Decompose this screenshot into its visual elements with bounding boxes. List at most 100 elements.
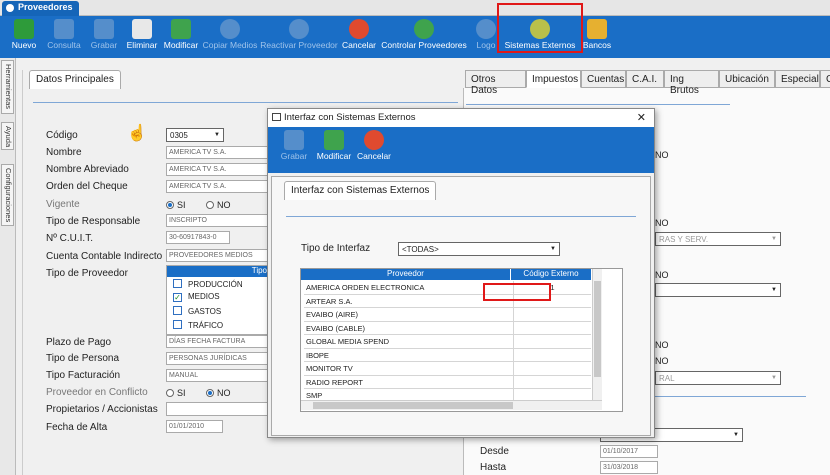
tipo-interfaz-select[interactable]: <TODAS> xyxy=(398,242,560,256)
tipo-facturacion-field[interactable]: MANUAL xyxy=(166,369,270,382)
plazo-pago-field[interactable]: DÍAS FECHA FACTURA xyxy=(166,335,270,348)
copiar-medios-label: Copiar Medios xyxy=(202,40,258,50)
tab-otros-datos[interactable]: Otros Datos xyxy=(465,70,526,96)
tab-datos-principales[interactable]: Datos Principales xyxy=(29,70,121,89)
tipo-persona-field[interactable]: PERSONAS JURÍDICAS xyxy=(166,352,270,365)
tipo-produccion-checkbox[interactable]: PRODUCCIÓN xyxy=(173,279,243,289)
tipo-responsable-field[interactable]: INSCRIPTO xyxy=(166,214,270,227)
copiar-medios-button[interactable]: Copiar Medios xyxy=(202,16,258,58)
tipo-medios-checkbox[interactable]: ✓ MEDIOS xyxy=(173,292,220,302)
controlar-proveedores-button[interactable]: Controlar Proveedores xyxy=(378,16,470,58)
dialog-cancelar-button[interactable]: Cancelar xyxy=(356,127,392,169)
nuevo-button[interactable]: Nuevo xyxy=(4,16,44,58)
horizontal-scrollbar[interactable] xyxy=(301,400,602,410)
tab-impuestos[interactable]: Impuestos xyxy=(526,70,581,88)
fecha-alta-label: Fecha de Alta xyxy=(46,422,108,433)
close-icon[interactable]: ✕ xyxy=(637,111,646,124)
proveedor-cell: ARTEAR S.A. xyxy=(306,296,353,306)
codigo-select[interactable]: 0305 xyxy=(166,128,224,142)
col-proveedor-header[interactable]: Proveedor xyxy=(301,269,510,280)
bancos-label: Bancos xyxy=(582,40,612,50)
proveedor-cell: EVAIBO (AIRE) xyxy=(306,310,358,319)
sidebar-tab-ayuda[interactable]: Ayuda xyxy=(1,122,14,150)
hasta-field[interactable]: 31/03/2018 xyxy=(600,461,658,474)
table-row[interactable]: EVAIBO (AIRE) xyxy=(304,308,591,322)
eliminar-button[interactable]: Eliminar xyxy=(124,16,160,58)
tab-ubicaci-n[interactable]: Ubicación xyxy=(719,70,775,88)
nombre-abreviado-field[interactable]: AMERICA TV S.A. xyxy=(166,163,270,176)
tipo-persona-label: Tipo de Persona xyxy=(46,353,120,364)
nombre-abreviado-label: Nombre Abreviado xyxy=(46,164,129,175)
codigo-externo-cell[interactable] xyxy=(513,362,591,375)
fecha-alta-field[interactable]: 01/01/2010 xyxy=(166,420,223,433)
dialog-modificar-button[interactable]: Modificar xyxy=(316,127,352,169)
hscroll-thumb[interactable] xyxy=(313,402,513,409)
right-no-3: NO xyxy=(655,270,669,280)
conflicto-si-radio[interactable]: SI xyxy=(166,388,186,398)
orden-cheque-field[interactable]: AMERICA TV S.A. xyxy=(166,180,270,193)
proveedor-cell: AMERICA ORDEN ELECTRONICA xyxy=(306,283,425,292)
vigente-no-radio[interactable]: NO xyxy=(206,200,231,210)
divider xyxy=(33,102,458,103)
cuenta-contable-field[interactable]: PROVEEDORES MEDIOS xyxy=(166,249,270,262)
tab-cuentas[interactable]: Cuentas xyxy=(581,70,626,88)
codigo-externo-cell[interactable] xyxy=(513,348,591,362)
interfaz-dialog: Interfaz con Sistemas Externos ✕ Grabar … xyxy=(267,108,655,438)
sidebar-tab-herramientas[interactable]: Herramientas xyxy=(1,60,14,114)
codigo-externo-cell[interactable] xyxy=(513,308,591,321)
conflicto-si-text: SI xyxy=(177,388,186,398)
nuevo-label: Nuevo xyxy=(11,40,37,50)
reactivar-proveedor-button[interactable]: Reactivar Proveedor xyxy=(258,16,340,58)
app-tab-proveedores[interactable]: Proveedores xyxy=(2,1,79,16)
tab-ing-brutos[interactable]: Ing Brutos xyxy=(664,70,719,96)
dialog-title: Interfaz con Sistemas Externos xyxy=(284,112,416,123)
tipo-gastos-checkbox[interactable]: GASTOS xyxy=(173,306,221,316)
table-row[interactable]: EVAIBO (CABLE) xyxy=(304,321,591,335)
app-icon xyxy=(6,4,14,12)
dialog-group-tab[interactable]: Interfaz con Sistemas Externos xyxy=(284,181,437,200)
cuit-field[interactable]: 30-60917843-0 xyxy=(166,231,230,244)
table-row[interactable]: RADIO REPORT xyxy=(304,375,591,389)
sidebar-tab-configuraciones[interactable]: Configuraciones xyxy=(1,164,14,226)
codigo-externo-cell[interactable] xyxy=(513,335,591,348)
table-row[interactable]: IBOPE xyxy=(304,348,591,362)
conflicto-no-radio[interactable]: NO xyxy=(206,388,231,398)
table-row[interactable]: MONITOR TV xyxy=(304,362,591,376)
dialog-grabar-button[interactable]: Grabar xyxy=(276,127,312,169)
codigo-externo-cell[interactable] xyxy=(513,321,591,335)
col-codigo-header[interactable]: Código Externo xyxy=(510,269,591,280)
tipo-trafico-checkbox[interactable]: TRÁFICO xyxy=(173,320,223,330)
tab-especial[interactable]: Especial xyxy=(775,70,820,88)
eliminar-label: Eliminar xyxy=(126,40,158,50)
tab-c-a-i-[interactable]: C.A.I. xyxy=(626,70,664,88)
tab-c[interactable]: C xyxy=(820,70,830,88)
right-combo-serv[interactable]: RAS Y SERV. xyxy=(655,232,781,246)
hasta-label: Hasta xyxy=(480,462,507,473)
modificar-button[interactable]: Modificar xyxy=(160,16,202,58)
proveedor-cell: SMP xyxy=(306,391,323,400)
app-tab-label: Proveedores xyxy=(18,2,73,12)
propietarios-field[interactable] xyxy=(166,402,270,416)
nombre-field[interactable]: AMERICA TV S.A. xyxy=(166,146,270,159)
table-row[interactable]: GLOBAL MEDIA SPEND xyxy=(304,335,591,349)
modificar-label: Modificar xyxy=(163,40,199,50)
edit-icon xyxy=(171,19,191,39)
consulta-button[interactable]: Consulta xyxy=(44,16,84,58)
vertical-scrollbar[interactable] xyxy=(592,269,602,400)
conflicto-no-text: NO xyxy=(217,388,231,398)
vigente-si-radio[interactable]: SI xyxy=(166,200,186,210)
grabar-button[interactable]: Grabar xyxy=(84,16,124,58)
controlar-proveedores-label: Controlar Proveedores xyxy=(381,40,467,50)
bancos-button[interactable]: Bancos xyxy=(582,16,612,58)
tipo-produccion-text: PRODUCCIÓN xyxy=(188,280,243,289)
cancelar-button[interactable]: Cancelar xyxy=(340,16,378,58)
tipo-interfaz-label: Tipo de Interfaz xyxy=(301,243,371,254)
scroll-thumb[interactable] xyxy=(594,281,601,377)
logo-label: Logo xyxy=(476,40,496,50)
tipo-gastos-text: GASTOS xyxy=(188,307,222,316)
desde-field[interactable]: 01/10/2017 xyxy=(600,445,658,458)
codigo-externo-cell[interactable] xyxy=(513,375,591,389)
right-combo-ral[interactable]: RAL xyxy=(655,371,781,385)
dialog-window-icon xyxy=(272,113,281,121)
right-combo-2[interactable] xyxy=(655,283,781,297)
